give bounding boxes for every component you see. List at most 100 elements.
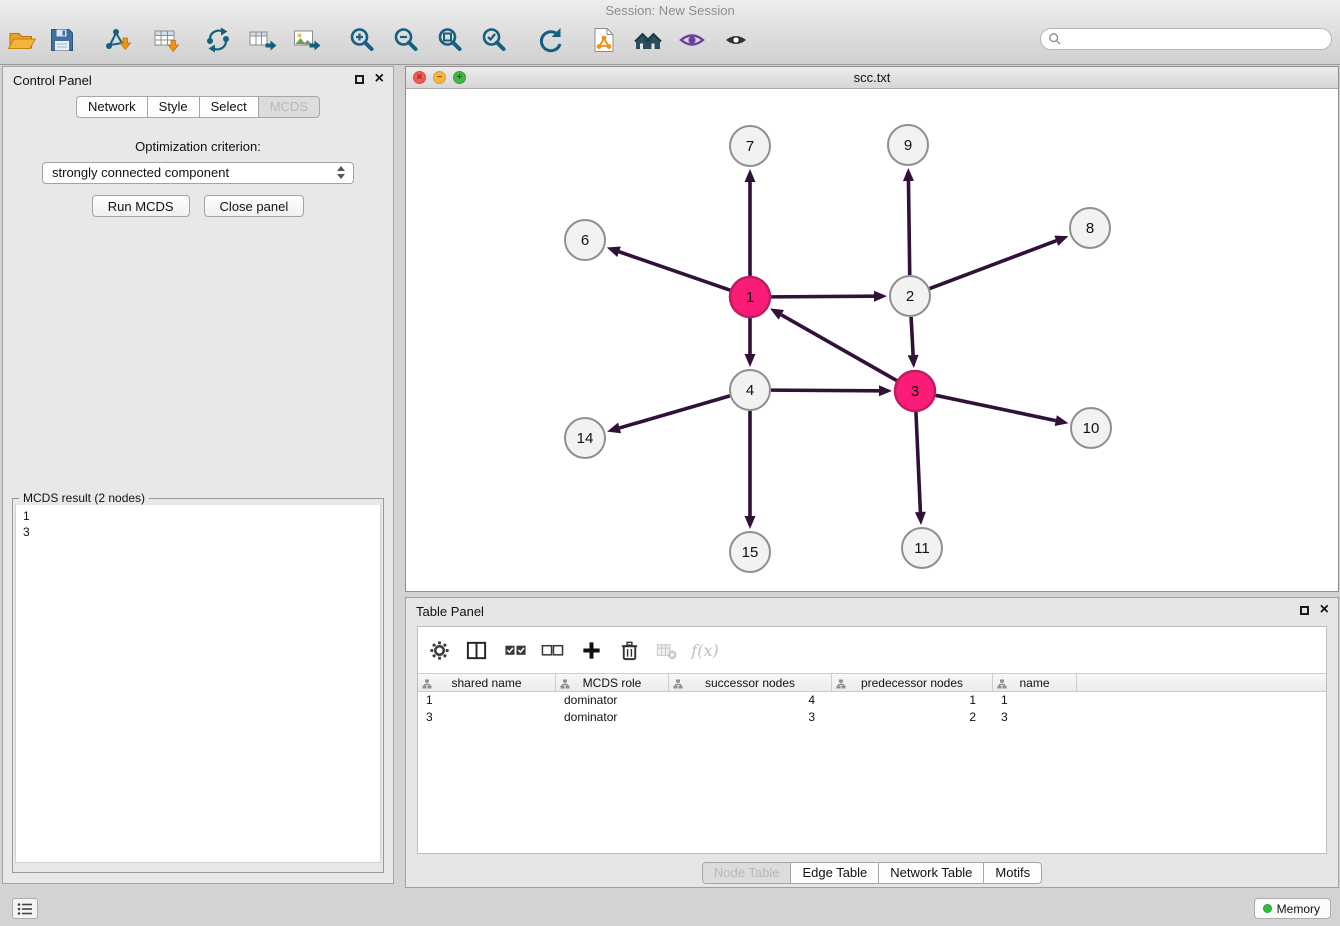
float-table-panel-icon[interactable] — [1300, 606, 1309, 615]
zoom-fit-icon[interactable] — [433, 23, 467, 57]
mcds-result-list[interactable]: 13 — [15, 505, 381, 863]
mcds-result-item[interactable]: 1 — [23, 508, 373, 524]
delete-row-icon[interactable] — [616, 637, 642, 663]
graph-node-label: 15 — [742, 544, 759, 561]
mcds-result-box: MCDS result (2 nodes) 13 — [12, 491, 384, 873]
column-header-label: MCDS role — [583, 676, 642, 690]
graph-edge-2-8[interactable] — [930, 241, 1057, 289]
column-header-successor-nodes[interactable]: successor nodes — [669, 674, 832, 691]
unselect-all-icon[interactable] — [539, 637, 565, 663]
graph-edge-1-2[interactable] — [771, 296, 874, 297]
graph-edge-3-10[interactable] — [936, 395, 1056, 420]
tab-select[interactable]: Select — [199, 96, 259, 118]
cell-predecessor-nodes: 1 — [832, 692, 993, 709]
graph-edge-3-1[interactable] — [781, 315, 896, 381]
save-session-icon[interactable] — [45, 23, 79, 57]
mcds-result-item[interactable]: 3 — [23, 524, 373, 540]
cell-mcds-role: dominator — [556, 692, 669, 709]
edge-arrowhead — [915, 512, 926, 525]
column-header-label: successor nodes — [705, 676, 795, 690]
style-eye-icon[interactable] — [675, 23, 709, 57]
export-table-icon[interactable] — [245, 23, 279, 57]
column-type-icon — [560, 678, 570, 688]
tab-motifs[interactable]: Motifs — [983, 862, 1042, 884]
column-header-predecessor-nodes[interactable]: predecessor nodes — [832, 674, 993, 691]
edge-arrowhead — [903, 168, 914, 181]
minimize-window-icon[interactable]: − — [433, 71, 446, 84]
graph-edge-2-3[interactable] — [911, 317, 913, 355]
run-mcds-button[interactable]: Run MCDS — [92, 195, 190, 217]
settings-gear-icon[interactable] — [426, 637, 452, 663]
network-from-selection-icon[interactable] — [587, 23, 621, 57]
table-panel-tabbar: Node TableEdge TableNetwork TableMotifs — [406, 862, 1338, 884]
cell-successor-nodes: 3 — [669, 709, 832, 726]
select-all-icon[interactable] — [502, 637, 528, 663]
tab-network[interactable]: Network — [76, 96, 148, 118]
zoom-window-icon[interactable]: + — [453, 71, 466, 84]
table-row[interactable]: 1dominator411 — [418, 692, 1326, 709]
network-view-window: scc.txt ×−+ 7968124314101511 — [405, 66, 1339, 592]
list-icon — [17, 902, 33, 916]
zoom-selected-icon[interactable] — [477, 23, 511, 57]
criterion-select[interactable]: strongly connected component — [42, 162, 354, 184]
graph-edge-1-6[interactable] — [619, 252, 730, 290]
search-input[interactable] — [1062, 32, 1331, 46]
cell-shared-name: 1 — [418, 692, 556, 709]
graph-edge-4-3[interactable] — [771, 390, 879, 391]
float-panel-icon[interactable] — [355, 75, 364, 84]
close-window-icon[interactable]: × — [413, 71, 426, 84]
tab-node-table[interactable]: Node Table — [702, 862, 792, 884]
cell-name: 3 — [993, 709, 1077, 726]
column-header-shared-name[interactable]: shared name — [418, 674, 556, 691]
refresh-icon[interactable] — [533, 23, 567, 57]
close-table-panel-icon[interactable]: × — [1320, 602, 1329, 618]
column-header-label: predecessor nodes — [861, 676, 963, 690]
graph-edge-3-11[interactable] — [916, 412, 920, 512]
session-list-button[interactable] — [12, 898, 38, 919]
zoom-in-icon[interactable] — [345, 23, 379, 57]
zoom-out-icon[interactable] — [389, 23, 423, 57]
edge-arrowhead — [874, 291, 887, 302]
window-chrome: Session: New Session — [0, 0, 1340, 65]
delete-table-icon — [653, 637, 679, 663]
tab-style[interactable]: Style — [147, 96, 200, 118]
first-neighbors-icon[interactable] — [631, 23, 665, 57]
export-network-icon[interactable] — [201, 23, 235, 57]
table-panel-title: Table Panel — [416, 604, 484, 619]
network-graph[interactable]: 7968124314101511 — [406, 89, 1338, 591]
column-type-icon — [997, 678, 1007, 688]
close-mcds-panel-button[interactable]: Close panel — [204, 195, 305, 217]
tab-mcds[interactable]: MCDS — [258, 96, 320, 118]
graph-edge-4-14[interactable] — [620, 396, 730, 428]
search-icon — [1048, 32, 1062, 46]
close-panel-icon[interactable]: × — [375, 71, 384, 87]
tab-network-table[interactable]: Network Table — [878, 862, 984, 884]
graph-node-label: 3 — [911, 383, 919, 400]
export-image-icon[interactable] — [289, 23, 323, 57]
toggle-columns-icon[interactable] — [463, 637, 489, 663]
node-table: f(x) shared name MCDS role successor nodes… — [417, 626, 1327, 854]
control-panel-header: Control Panel × — [3, 67, 393, 93]
edge-arrowhead — [607, 247, 621, 257]
graph-edge-2-9[interactable] — [908, 181, 909, 275]
tab-edge-table[interactable]: Edge Table — [790, 862, 879, 884]
titlebar: Session: New Session — [0, 0, 1340, 22]
table-panel-header: Table Panel × — [406, 598, 1338, 624]
column-header-name[interactable]: name — [993, 674, 1077, 691]
criterion-selected-value: strongly connected component — [52, 165, 229, 180]
add-row-icon[interactable] — [578, 637, 604, 663]
show-hide-icon[interactable] — [719, 23, 753, 57]
network-canvas[interactable]: 7968124314101511 — [406, 89, 1338, 591]
table-row[interactable]: 3dominator323 — [418, 709, 1326, 726]
function-builder-icon: f(x) — [692, 637, 718, 663]
import-table-icon[interactable] — [149, 23, 183, 57]
graph-node-label: 1 — [746, 289, 754, 306]
search-box[interactable] — [1040, 28, 1332, 50]
import-network-icon[interactable] — [101, 23, 135, 57]
memory-button[interactable]: Memory — [1254, 898, 1331, 919]
column-header-mcds-role[interactable]: MCDS role — [556, 674, 669, 691]
open-session-icon[interactable] — [5, 23, 39, 57]
graph-node-label: 9 — [904, 137, 912, 154]
edge-arrowhead — [745, 516, 756, 529]
column-header-label: name — [1019, 676, 1049, 690]
